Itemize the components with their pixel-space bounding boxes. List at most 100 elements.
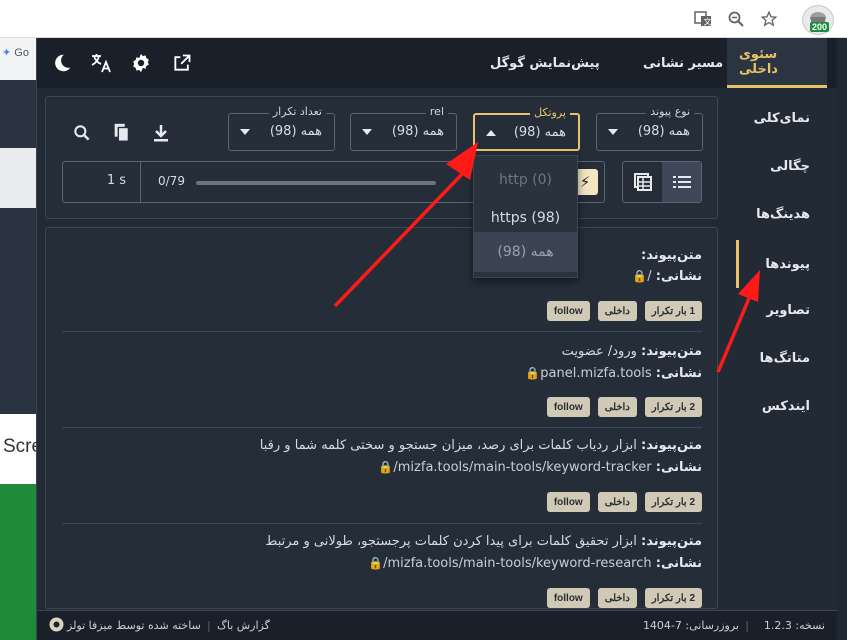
sidebar-item-label: نمای‌کلی xyxy=(753,110,810,126)
url-label: نشانی: xyxy=(655,556,702,571)
anchor-text: ابزار تحقیق کلمات برای پیدا کردن کلمات پ… xyxy=(265,534,637,549)
interval-value: 1 s xyxy=(106,173,126,188)
download-icon[interactable] xyxy=(149,121,173,145)
sidebar-item-overview[interactable]: نمای‌کلی xyxy=(736,96,836,140)
background-band xyxy=(0,148,36,208)
sidebar-item-headings[interactable]: هدینگ‌ها xyxy=(736,192,836,236)
sidebar-item-links[interactable]: پیوندها xyxy=(736,240,836,288)
anchor-label: متن‌پیوند: xyxy=(641,438,702,453)
url-label: نشانی: xyxy=(655,460,702,475)
repeat-count-select[interactable]: تعداد تکرار همه (98) xyxy=(228,105,335,151)
anchor-text: ورود/ عضویت xyxy=(561,344,637,359)
protocol-select[interactable]: پروتکل همه (98) xyxy=(473,106,580,151)
link-type-select[interactable]: نوع پیوند همه (98) xyxy=(596,105,703,151)
anchor-text-line: متن‌پیوند: ابزار تحقیق کلمات برای پیدا ک… xyxy=(265,534,702,549)
follow-badge: follow xyxy=(546,492,590,512)
url-line: نشانی: mizfa.tools/main-tools/keyword-re… xyxy=(368,556,702,571)
link-type-label: نوع پیوند xyxy=(646,105,694,118)
list-item: متن‌پیوند: ابزار ردیاب کلمات برای رصد، م… xyxy=(62,428,702,524)
link-url[interactable]: panel.mizfa.tools xyxy=(540,366,651,381)
list-view-icon[interactable] xyxy=(662,162,701,202)
url-line: نشانی: panel.mizfa.tools🔒 xyxy=(525,366,702,381)
url-label: نشانی: xyxy=(655,366,702,381)
update-date-text: بروزرسانی: 7-1404 xyxy=(642,619,739,632)
open-external-icon[interactable] xyxy=(170,51,194,75)
sidebar-item-label: چگالی xyxy=(770,158,810,174)
link-url[interactable]: mizfa.tools/main-tools/keyword-research/ xyxy=(383,556,652,571)
list-item: متن‌پیوند: ورود/ عضویت نشانی: panel.mizf… xyxy=(62,332,702,428)
settings-gear-icon[interactable] xyxy=(129,51,153,75)
tab-label: مسیر نشانی xyxy=(643,55,724,71)
progress-slider[interactable] xyxy=(196,181,436,185)
tab-label: سئوی داخلی xyxy=(739,46,778,77)
extension-popup: پیش‌نمایش گوگل مسیر نشانی سئوی داخلی نما… xyxy=(36,38,837,640)
menu-item-all[interactable]: همه (98) xyxy=(474,232,577,272)
repeat-count-label: تعداد تکرار xyxy=(268,105,326,118)
extension-button[interactable]: 200 xyxy=(802,5,834,35)
chevron-down-icon xyxy=(608,129,618,135)
sidebar-item-metatags[interactable]: متاتگ‌ها xyxy=(736,336,836,380)
link-url[interactable]: mizfa.tools/main-tools/keyword-tracker/ xyxy=(393,460,651,475)
lock-icon: 🔒 xyxy=(632,269,648,283)
background-band xyxy=(0,80,36,148)
anchor-label: متن‌پیوند: xyxy=(641,248,702,263)
internal-badge: داخلی xyxy=(597,397,637,417)
footer-divider: | xyxy=(207,619,211,632)
internal-badge: داخلی xyxy=(597,492,637,512)
background-band xyxy=(0,208,36,414)
sidebar-item-label: متاتگ‌ها xyxy=(759,350,810,366)
badge-group: 2 بار تکرار داخلی follow xyxy=(546,397,702,417)
anchor-text-line: متن‌پیوند: ابزار ردیاب کلمات برای رصد، م… xyxy=(260,438,702,453)
footer-divider: | xyxy=(745,619,749,632)
sidebar-item-index[interactable]: ایندکس xyxy=(736,384,836,428)
sidebar-item-label: ایندکس xyxy=(761,398,810,414)
url-line: نشانی: mizfa.tools/main-tools/keyword-tr… xyxy=(378,460,702,475)
repeat-badge: 1 بار تکرار xyxy=(644,301,702,321)
translate-page-icon[interactable]: 文 xyxy=(693,9,713,29)
anchor-text: ابزار ردیاب کلمات برای رصد، میزان جستجو … xyxy=(259,438,637,453)
sidebar-item-label: پیوندها xyxy=(765,256,810,272)
link-url[interactable]: / xyxy=(647,269,651,284)
url-line: نشانی: /🔒 xyxy=(632,269,702,284)
internal-badge: داخلی xyxy=(597,588,637,608)
tab-url-path[interactable]: مسیر نشانی xyxy=(643,38,723,88)
protocol-value: همه (98) xyxy=(513,125,566,140)
interval-input[interactable]: 1 s xyxy=(63,162,141,202)
zoom-icon[interactable] xyxy=(726,9,746,29)
anchor-label: متن‌پیوند: xyxy=(641,344,702,359)
background-band xyxy=(0,484,36,640)
browser-toolbar: 文 200 xyxy=(0,0,847,38)
internal-badge: داخلی xyxy=(597,301,637,321)
sidebar-item-images[interactable]: تصاویر xyxy=(736,288,836,332)
protocol-dropdown-menu: http (0) https (98) همه (98) xyxy=(473,155,578,278)
search-icon[interactable] xyxy=(70,121,94,145)
rel-select[interactable]: rel همه (98) xyxy=(350,105,457,151)
bookmark-star-icon[interactable] xyxy=(759,9,779,29)
tab-label: پیش‌نمایش گوگل xyxy=(490,55,600,71)
repeat-badge: 2 بار تکرار xyxy=(644,492,702,512)
dark-mode-icon[interactable] xyxy=(50,51,74,75)
badge-group: 1 بار تکرار داخلی follow xyxy=(546,301,702,321)
credit-link[interactable]: ساخته شده توسط میزفا تولز xyxy=(67,619,201,632)
anchor-label: متن‌پیوند: xyxy=(641,534,702,549)
follow-badge: follow xyxy=(546,588,590,608)
bug-report-link[interactable]: گزارش باگ xyxy=(217,619,270,632)
lock-icon: 🔒 xyxy=(525,366,541,380)
tab-google-preview[interactable]: پیش‌نمایش گوگل xyxy=(490,38,600,88)
sidebar-item-density[interactable]: چگالی xyxy=(736,144,836,188)
grid-view-icon[interactable] xyxy=(623,162,662,202)
chevron-down-icon xyxy=(240,129,250,135)
tab-onpage-seo[interactable]: سئوی داخلی xyxy=(727,38,827,88)
view-toggle xyxy=(622,161,702,203)
sidebar-item-label: تصاویر xyxy=(766,302,810,318)
anchor-text-line: متن‌پیوند: xyxy=(641,248,702,263)
version-text: نسخه: 1.2.3 xyxy=(763,619,825,632)
repeat-badge: 2 بار تکرار xyxy=(644,588,702,608)
menu-item-http: http (0) xyxy=(498,172,553,188)
links-filter-panel: تعداد تکرار همه (98) rel همه (98) پروتکل… xyxy=(45,96,718,219)
sidebar-item-label: هدینگ‌ها xyxy=(756,206,810,222)
language-icon[interactable] xyxy=(89,51,113,75)
copy-icon[interactable] xyxy=(110,121,134,145)
links-list: متن‌پیوند: نشانی: /🔒 1 بار تکرار داخلی f… xyxy=(45,227,718,609)
rel-label: rel xyxy=(425,105,448,118)
